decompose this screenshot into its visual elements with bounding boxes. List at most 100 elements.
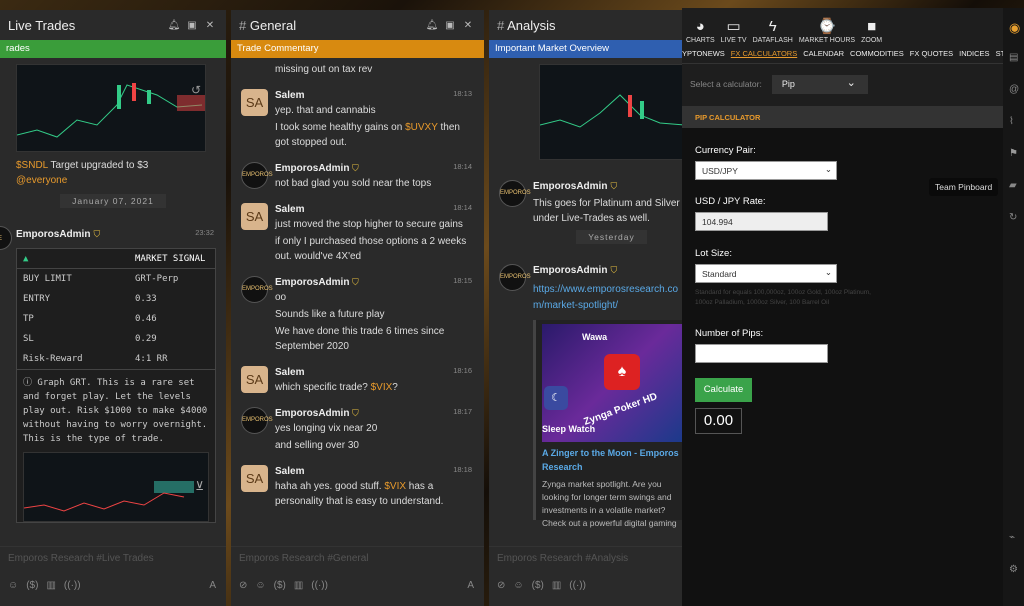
message: SA Salem 18:14 just moved the stop higher t… [231,203,484,264]
font-icon[interactable]: A [209,580,216,591]
scroll-down-icon[interactable]: ⊻ [195,479,204,493]
bolt-icon: ϟ [768,18,777,35]
bell-icon[interactable]: 🔔︎ [424,20,440,31]
dollar-icon[interactable]: ($) [532,580,544,591]
close-icon[interactable]: ✕ [460,20,476,31]
tool-dataflash[interactable]: ϟ DATAFLASH [753,17,793,44]
message-text: which specific trade? $VIX? [275,382,398,393]
username[interactable]: EmporosAdmin [533,265,607,276]
username[interactable]: EmporosAdmin [275,277,349,288]
tab-stocks[interactable]: STOCKS [996,49,1003,58]
tab-indices[interactable]: INDICES [959,49,989,58]
tab-fx-calculators[interactable]: FX CALCULATORS [731,49,797,58]
broadcast-icon[interactable]: ((·)) [64,580,81,591]
avatar[interactable]: EMPOROS [241,407,273,434]
username[interactable]: Salem [275,204,304,215]
broadcast-icon[interactable]: ((·)) [569,580,586,591]
tool-market-hours[interactable]: ⌚ MARKET HOURS [799,17,855,44]
username[interactable]: Salem [275,466,304,477]
logo-icon[interactable]: ◉ [1009,20,1020,36]
dollar-icon[interactable]: ($) [26,580,38,591]
embed-title[interactable]: A Zinger to the Moon - Emporos Research [542,446,684,474]
link-embed[interactable]: Wawa ♠ Zynga Poker HD Sleep Watch ☾ A Zi… [533,320,684,528]
ticker-tag[interactable]: $VIX [384,481,406,492]
chart-line-icon[interactable]: ⌁ [1009,532,1015,543]
pips-field[interactable] [695,344,828,363]
tab-fx-quotes[interactable]: FX QUOTES [910,49,953,58]
paperclip-icon[interactable]: ⌇ [1009,116,1014,127]
history-icon[interactable]: ↺ [191,83,201,97]
avatar[interactable]: SA [241,465,268,492]
username[interactable]: EmporosAdmin [275,163,349,174]
bell-icon[interactable]: 🔔︎ [166,20,182,31]
avatar[interactable]: SA [241,89,268,116]
avatar[interactable]: EMPOROS [499,180,531,207]
calculator-title: PIP CALCULATOR [682,106,1003,128]
close-icon[interactable]: ✕ [202,20,218,31]
username[interactable]: Salem [275,90,304,101]
input-toolbar: ⊘ ☺ ($) ▥ ((·)) [489,574,684,596]
link[interactable]: https://www.emporosresearch.com/market-s… [533,282,684,314]
user-icon[interactable]: ▤ [1009,52,1018,63]
emoji-icon[interactable]: ☺ [513,580,523,591]
font-icon[interactable]: A [467,580,474,591]
pin-icon[interactable]: ⚑ [1009,148,1018,159]
rate-field[interactable]: 104.994 [695,212,828,231]
chart-image[interactable]: ⊻ [23,452,209,522]
tool-live-tv[interactable]: ▭ LIVE TV [721,17,747,44]
username[interactable]: Salem [275,367,304,378]
username[interactable]: EmporosAdmin [533,181,607,192]
avatar[interactable]: EMPOROS [499,264,531,291]
avatar[interactable]: SA [241,203,268,230]
chart-icon[interactable]: ▥ [552,580,561,591]
window-icon[interactable]: ▣ [442,20,458,31]
attach-icon[interactable]: ⊘ [239,580,247,591]
comment-icon[interactable]: ▰ [1009,180,1017,191]
timestamp: 18:15 [453,276,472,285]
chart-icon[interactable]: ▥ [294,580,303,591]
settings-icon[interactable]: ⚙ [1009,564,1018,575]
username[interactable]: EmporosAdmin [16,229,90,240]
signal-title: ▲ MARKET SIGNAL [17,249,215,269]
window-icon[interactable]: ▣ [184,20,200,31]
avatar[interactable]: EMPOROS [241,162,273,189]
ticker-tag[interactable]: $VIX [371,382,393,393]
message-input[interactable]: Emporos Research #Analysis [489,546,684,570]
chart-icon[interactable]: ▥ [46,580,55,591]
chart-image[interactable]: ↺ [16,64,206,152]
timestamp: 18:16 [453,366,472,375]
message-text: yep. that and cannabis [275,105,376,116]
message-input[interactable]: Emporos Research #Live Trades [0,546,226,570]
message-input[interactable]: Emporos Research #General [231,546,484,570]
tab-commodities[interactable]: COMMODITIES [850,49,904,58]
rate-label: USD / JPY Rate: [695,196,766,207]
avatar[interactable]: EMPOROS [241,276,273,303]
ticker-tag[interactable]: $UVXY [405,122,438,133]
embed-image[interactable]: Wawa ♠ Zynga Poker HD Sleep Watch ☾ [542,324,684,442]
avatar[interactable]: SA [241,366,268,393]
refresh-icon[interactable]: ↻ [1009,212,1017,223]
calculate-button[interactable]: Calculate [695,378,752,402]
message-text: oo [275,292,287,303]
ticker-tag[interactable]: $SNDL [16,160,48,171]
tab-yptonews[interactable]: YPTONEWS [682,49,725,58]
lot-size-select[interactable]: Standard ⌄ [695,264,837,283]
tool-charts[interactable]: ◕ CHARTS [686,17,715,44]
emoji-icon[interactable]: ☺ [8,580,18,591]
candlestick-chart [17,83,205,138]
message-text: not bad glad you sold near the tops [275,178,432,189]
signal-note: ⓘ Graph GRT. This is a rare set and forg… [17,369,215,452]
tab-calendar[interactable]: CALENDAR [803,49,844,58]
dollar-icon[interactable]: ($) [274,580,286,591]
chart-image[interactable] [539,64,684,160]
avatar[interactable]: E [0,226,12,250]
mention[interactable]: @everyone [16,175,67,186]
attach-icon[interactable]: ⊘ [497,580,505,591]
at-icon[interactable]: @ [1009,84,1019,95]
broadcast-icon[interactable]: ((·)) [311,580,328,591]
currency-pair-select[interactable]: USD/JPY ⌄ [695,161,837,180]
tool-zoom[interactable]: ■ ZOOM [861,17,882,44]
calculator-select[interactable]: Pip ⌄ [771,74,868,94]
username[interactable]: EmporosAdmin [275,408,349,419]
emoji-icon[interactable]: ☺ [255,580,265,591]
